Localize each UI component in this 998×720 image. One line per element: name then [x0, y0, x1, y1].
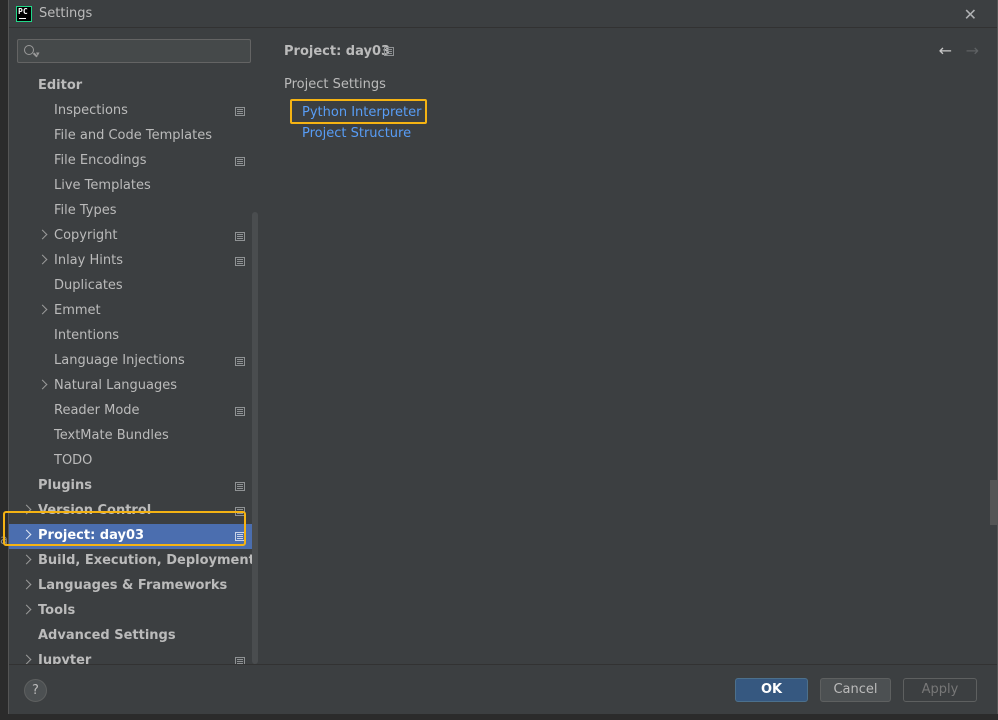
project-scope-icon: [235, 232, 245, 241]
tree-item-label: Inlay Hints: [54, 253, 123, 268]
chevron-right-icon[interactable]: [39, 304, 47, 312]
tree-item-natural-languages[interactable]: Natural Languages: [9, 374, 252, 399]
tree-item-label: Duplicates: [54, 278, 123, 293]
back-arrow-icon[interactable]: ←: [939, 41, 952, 60]
page-title: Project: day03: [284, 44, 391, 59]
tree-item-label: Intentions: [54, 328, 120, 343]
python-interpreter-link[interactable]: Python Interpreter: [302, 105, 421, 120]
chevron-right-icon[interactable]: [23, 504, 31, 512]
tree-item-label: Live Templates: [54, 178, 151, 193]
search-icon: [24, 45, 34, 55]
tree-item-file-types[interactable]: File Types: [9, 199, 252, 224]
tree-item-tools[interactable]: Tools: [9, 599, 252, 624]
tree-item-languages-frameworks[interactable]: Languages & Frameworks: [9, 574, 252, 599]
close-icon[interactable]: ✕: [964, 5, 977, 24]
cancel-button[interactable]: Cancel: [820, 678, 891, 702]
settings-content: Project: day03 ← → Project Settings Pyth…: [258, 29, 997, 664]
background-window-strip: ac: [0, 0, 8, 720]
tree-item-label: Languages & Frameworks: [38, 578, 228, 593]
help-button[interactable]: ?: [24, 679, 47, 702]
tree-item-inlay-hints[interactable]: Inlay Hints: [9, 249, 252, 274]
tree-item-label: Reader Mode: [54, 403, 140, 418]
tree-item-intentions[interactable]: Intentions: [9, 324, 252, 349]
background-text-fragment: ac: [0, 533, 8, 548]
apply-button[interactable]: Apply: [903, 678, 977, 702]
search-input[interactable]: [46, 42, 246, 60]
settings-search[interactable]: ▾: [17, 39, 251, 63]
tree-item-file-encodings[interactable]: File Encodings: [9, 149, 252, 174]
tree-item-version-control[interactable]: Version Control: [9, 499, 252, 524]
ok-button[interactable]: OK: [735, 678, 808, 702]
forward-arrow-icon[interactable]: →: [966, 41, 979, 60]
tree-item-label: Advanced Settings: [38, 628, 176, 643]
tree-item-language-injections[interactable]: Language Injections: [9, 349, 252, 374]
project-scope-icon: [235, 532, 245, 541]
project-scope-icon: [235, 257, 245, 266]
chevron-right-icon[interactable]: [23, 529, 31, 537]
tree-item-emmet[interactable]: Emmet: [9, 299, 252, 324]
settings-sidebar: ▾ Editor Inspections File and Code Templa…: [9, 29, 258, 668]
project-scope-icon: [235, 107, 245, 116]
chevron-right-icon[interactable]: [23, 579, 31, 587]
title-bar[interactable]: PC Settings ✕: [9, 0, 997, 28]
tree-item-label: Copyright: [54, 228, 118, 243]
tree-item-label: TextMate Bundles: [54, 428, 169, 443]
tree-item-todo[interactable]: TODO: [9, 449, 252, 474]
section-title: Project Settings: [284, 77, 386, 92]
tree-item-label: Project: day03: [38, 528, 145, 543]
project-scope-icon: [235, 157, 245, 166]
tree-item-file-and-code-templates[interactable]: File and Code Templates: [9, 124, 252, 149]
background-window-strip-right: [990, 480, 998, 525]
project-structure-link[interactable]: Project Structure: [302, 126, 411, 141]
tree-item-label: Tools: [38, 603, 76, 618]
tree-item-label: Emmet: [54, 303, 101, 318]
chevron-down-icon: ▾: [36, 50, 40, 58]
tree-item-advanced-settings[interactable]: Advanced Settings: [9, 624, 252, 649]
tree-item-label: TODO: [54, 453, 93, 468]
tree-item-project-day03[interactable]: Project: day03: [9, 524, 252, 549]
chevron-right-icon[interactable]: [23, 654, 31, 662]
project-scope-icon: [235, 507, 245, 516]
chevron-right-icon[interactable]: [39, 379, 47, 387]
tree-item-label: Plugins: [38, 478, 92, 493]
tree-item-duplicates[interactable]: Duplicates: [9, 274, 252, 299]
tree-item-label: Natural Languages: [54, 378, 178, 393]
dialog-footer: ? OK Cancel Apply: [9, 664, 997, 714]
tree-item-label: Inspections: [54, 103, 128, 118]
tree-item-label: Build, Execution, Deployment: [38, 553, 255, 568]
tree-item-live-templates[interactable]: Live Templates: [9, 174, 252, 199]
project-scope-icon: [384, 47, 394, 56]
project-scope-icon: [235, 407, 245, 416]
tree-item-label: File Encodings: [54, 153, 147, 168]
chevron-right-icon[interactable]: [23, 604, 31, 612]
settings-dialog: PC Settings ✕ ▾ Editor Inspections File a…: [8, 0, 998, 714]
tree-item-label: Language Injections: [54, 353, 185, 368]
chevron-right-icon[interactable]: [39, 254, 47, 262]
chevron-right-icon[interactable]: [23, 554, 31, 562]
tree-item-inspections[interactable]: Inspections: [9, 99, 252, 124]
tree-item-build-execution-deployment[interactable]: Build, Execution, Deployment: [9, 549, 255, 574]
tree-item-reader-mode[interactable]: Reader Mode: [9, 399, 252, 424]
chevron-right-icon[interactable]: [39, 229, 47, 237]
project-scope-icon: [235, 357, 245, 366]
tree-item-textmate-bundles[interactable]: TextMate Bundles: [9, 424, 252, 449]
pycharm-logo-icon: PC: [16, 6, 32, 22]
tree-item-editor[interactable]: Editor: [9, 74, 252, 99]
tree-item-label: Version Control: [38, 503, 152, 518]
tree-item-plugins[interactable]: Plugins: [9, 474, 252, 499]
content-panel: Project: day03 ← → Project Settings Pyth…: [266, 29, 997, 664]
project-scope-icon: [235, 482, 245, 491]
tree-item-label: File Types: [54, 203, 117, 218]
window-title: Settings: [39, 6, 93, 21]
tree-item-label: File and Code Templates: [54, 128, 212, 143]
tree-item-copyright[interactable]: Copyright: [9, 224, 252, 249]
tree-item-label: Editor: [38, 78, 83, 93]
